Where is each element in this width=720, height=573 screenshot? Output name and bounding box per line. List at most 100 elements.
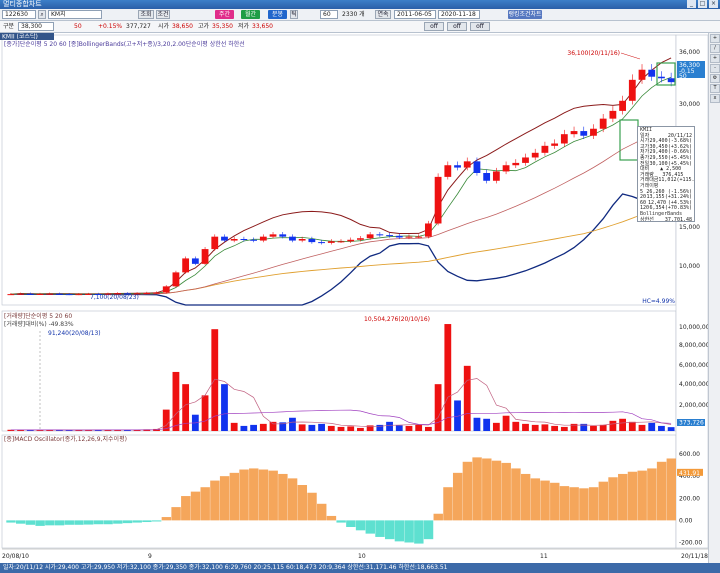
volume-bar — [327, 425, 335, 431]
candle-body — [308, 239, 316, 243]
ranking-chart-button[interactable]: 랭킹조건차트 — [508, 10, 542, 19]
candle-body — [250, 239, 258, 241]
search-icon[interactable]: ⌕ — [38, 10, 46, 19]
price-axis-tick: 30,000 — [679, 101, 700, 108]
price-change-pct: +0.15% — [98, 23, 123, 30]
minimize-icon[interactable]: _ — [687, 0, 696, 8]
candle-body — [172, 272, 180, 287]
window-title: 멀티종합차트 — [0, 0, 720, 9]
candle-body — [502, 165, 510, 172]
toggle-off-button-1[interactable]: off — [424, 22, 444, 31]
macd-bar — [151, 520, 162, 522]
volume-bar — [318, 423, 325, 431]
low-label: 저가 — [238, 23, 250, 30]
continuous-button[interactable]: 연속 — [375, 10, 391, 19]
macd-bar — [569, 487, 579, 521]
volume-bar — [648, 422, 656, 431]
volume-bar — [230, 422, 238, 431]
candle-body — [182, 258, 190, 273]
macd-bar — [627, 471, 638, 521]
window-controls: _ □ × — [687, 0, 718, 9]
info-cell: 11,012 — [658, 177, 677, 184]
weekly-button[interactable]: 주간 — [215, 10, 234, 19]
zoom-out-icon[interactable]: - — [710, 64, 720, 73]
inquiry-button[interactable]: 조회 — [138, 10, 154, 19]
x-axis-tick: 20/08/10 — [2, 553, 29, 560]
settings-icon[interactable]: ⚙ — [710, 74, 720, 83]
line-tool-icon[interactable]: / — [710, 44, 720, 53]
macd-bar — [287, 478, 298, 521]
macd-bar — [666, 458, 676, 521]
text-tool-icon[interactable]: T — [710, 84, 720, 93]
candle-body — [415, 236, 423, 238]
candle-body — [357, 238, 364, 240]
volume-bar — [415, 424, 423, 431]
max-volume-annotation: 10,504,276(20/10/16) — [364, 316, 430, 323]
condition-button[interactable]: 조건 — [156, 10, 170, 19]
macd-bar — [482, 458, 492, 521]
close-icon[interactable]: × — [709, 0, 718, 8]
macd-bar — [443, 487, 453, 521]
candle-body — [463, 161, 471, 168]
current-price: 38,300 — [18, 22, 54, 31]
minute-button[interactable]: 분봉 — [268, 10, 287, 19]
candle-body — [337, 241, 345, 243]
macd-bar — [559, 486, 570, 521]
candle-body — [327, 241, 335, 243]
interval-input[interactable]: 60 — [320, 10, 338, 19]
volume-bar — [172, 371, 180, 431]
volume-legend: [거래량]단순이평 5 20 60 — [4, 312, 72, 320]
toggle-off-button-2[interactable]: off — [447, 22, 467, 31]
candle-body — [619, 100, 626, 111]
candle-body — [26, 293, 34, 295]
info-cell: 상한선 — [640, 216, 654, 222]
date-from-input[interactable]: 2011-06-05 — [394, 10, 436, 19]
macd-bar — [249, 468, 259, 521]
volume-bar — [492, 422, 500, 431]
stock-name-field[interactable]: KM지 — [48, 10, 102, 19]
volume-bar — [483, 418, 491, 431]
macd-bar — [588, 487, 599, 521]
candle-body — [230, 239, 238, 241]
toggle-off-button-3[interactable]: off — [470, 22, 490, 31]
maximize-icon[interactable]: □ — [698, 0, 707, 8]
chart-area[interactable]: KMII (코스닥)[종가]단순이평 5 20 60 [종]BollingerB… — [0, 33, 708, 563]
candle-body — [648, 69, 656, 77]
candle-body — [153, 292, 160, 294]
volume-bar — [541, 424, 549, 431]
volume-bar — [522, 423, 529, 431]
volume-bar — [599, 424, 607, 431]
eraser-icon[interactable]: x — [710, 94, 720, 103]
volume-bar — [424, 426, 432, 431]
price-axis-tick: 10,000 — [679, 263, 700, 270]
open-value: 38,650 — [172, 23, 193, 30]
data-info-window: KMII 일자 20/11/12 시가 29,400 (-3.68%) 고가 30,450 (+… — [637, 126, 695, 222]
monthly-button[interactable]: 월간 — [241, 10, 260, 19]
candle-body — [541, 145, 549, 153]
candle-body — [259, 236, 267, 241]
candle-body — [590, 128, 597, 136]
toolbar-main: 122630 ⌕ KM지 조회 조건 주간 월간 분봉 틱 60 2330 개 … — [0, 9, 720, 21]
candle-body — [492, 171, 500, 181]
volume-bar — [357, 427, 364, 431]
macd-bar — [219, 476, 230, 521]
volume-bar — [590, 425, 597, 431]
volume-current-label: 373,726 — [679, 420, 704, 427]
zoom-in-icon[interactable]: + — [710, 54, 720, 63]
candle-body — [609, 110, 617, 119]
hc-label: HC=4.99% — [642, 298, 675, 305]
candle-body — [570, 131, 578, 135]
volume-bar — [667, 427, 675, 431]
candle-body — [667, 78, 675, 83]
macd-bar — [375, 520, 385, 537]
stock-code-input[interactable]: 122630 — [2, 10, 36, 19]
macd-bar — [132, 520, 142, 523]
macd-bar — [83, 520, 94, 525]
macd-bar — [423, 520, 434, 540]
candle-body — [376, 234, 384, 236]
crosshair-icon[interactable]: + — [710, 34, 720, 43]
volume-bar — [609, 420, 617, 431]
macd-bar — [210, 480, 220, 521]
date-to-input[interactable]: 2020-11-18 — [438, 10, 480, 19]
tick-button[interactable]: 틱 — [290, 10, 298, 19]
